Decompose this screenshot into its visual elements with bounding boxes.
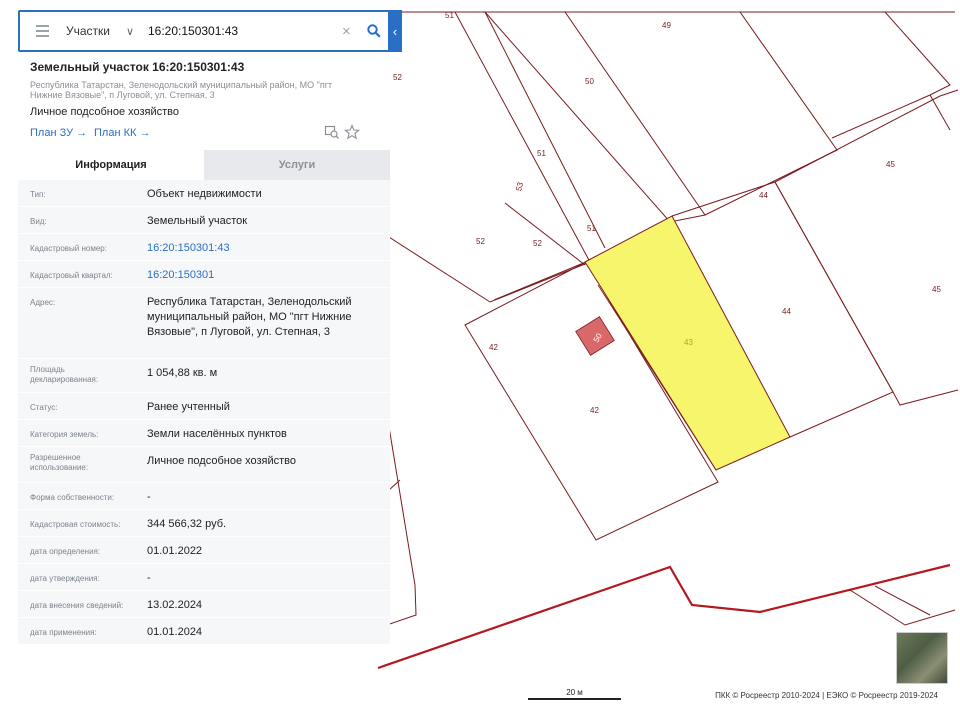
tab-information[interactable]: Информация (18, 150, 204, 180)
parcel-label: 51 (445, 11, 454, 20)
attribute-label: Кадастровая стоимость: (30, 520, 121, 529)
attribute-row: Кадастровый номер: 16:20:150301:43 (18, 234, 390, 261)
attribute-value: Земли населённых пунктов (147, 428, 287, 440)
parcel-label: 43 (684, 338, 693, 347)
attribute-label: Кадастровый номер: (30, 244, 107, 253)
parcel-purpose: Личное подсобное хозяйство (30, 106, 180, 118)
attribute-label: Тип: (30, 190, 46, 199)
parcel-title: Земельный участок 16:20:150301:43 (30, 60, 245, 74)
parcel-label: 49 (662, 21, 671, 30)
attribute-label: дата применения: (30, 628, 97, 637)
plan-kk-link[interactable]: План КК → (94, 127, 150, 139)
menu-icon[interactable] (20, 12, 64, 50)
scale-bar: 20 м (528, 688, 621, 700)
attribute-label: Вид: (30, 217, 47, 226)
map-search-icon[interactable] (324, 124, 342, 142)
collapse-panel-button[interactable]: ‹ (388, 10, 402, 52)
attribute-row: Форма собственности: - (18, 483, 390, 510)
attribute-label: Категория земель: (30, 430, 99, 439)
satellite-layer-toggle[interactable] (896, 632, 948, 684)
panel-tabs: Информация Услуги (18, 150, 390, 180)
attribute-label: Адрес: (30, 298, 56, 307)
attribute-value: Личное подсобное хозяйство (147, 455, 297, 467)
attribute-row: дата применения: 01.01.2024 (18, 618, 390, 645)
attribute-value: Республика Татарстан, Зеленодольский мун… (147, 296, 352, 338)
attributes-table: Тип: Объект недвижимости Вид: Земельный уч… (18, 180, 390, 645)
attribute-value: 13.02.2024 (147, 599, 203, 611)
attribute-value: 1 054,88 кв. м (147, 367, 218, 379)
attribute-row: Кадастровый квартал: 16:20:150301 (18, 261, 390, 288)
attribute-value: Ранее учтенный (147, 401, 230, 413)
clear-icon[interactable]: × (342, 23, 360, 40)
attribute-label: Статус: (30, 403, 58, 412)
attribute-label: дата определения: (30, 547, 101, 556)
parcel-label: 50 (585, 77, 594, 86)
parcel-label: 44 (759, 191, 768, 200)
attribute-row: Площадь декларированная: 1 054,88 кв. м (18, 359, 390, 393)
search-icon[interactable] (360, 24, 388, 38)
parcel-label: 52 (533, 239, 542, 248)
attribute-row: Кадастровая стоимость: 344 566,32 руб. (18, 510, 390, 537)
attribute-label: дата внесения сведений: (30, 601, 124, 610)
attribute-row: Вид: Земельный участок (18, 207, 390, 234)
attribute-row: Адрес: Республика Татарстан, Зеленодольск… (18, 288, 390, 359)
attribute-value: 01.01.2022 (147, 545, 203, 557)
attribute-label: Разрешенное использование: (30, 453, 89, 472)
scale-label: 20 м (566, 688, 583, 697)
attribute-value: 01.01.2024 (147, 626, 203, 638)
scale-line (528, 698, 621, 700)
attribute-value: - (147, 572, 151, 584)
search-input[interactable]: 16:20:150301:43 (140, 24, 342, 38)
parcel-label: 42 (590, 406, 599, 415)
parcel-label: 42 (489, 343, 498, 352)
attribute-value: 344 566,32 руб. (147, 518, 227, 530)
tab-services[interactable]: Услуги (204, 150, 390, 180)
cadastral-quarter-link[interactable]: 16:20:150301 (135, 261, 390, 287)
attribute-label: Кадастровый квартал: (30, 271, 113, 280)
attribute-value: Объект недвижимости (147, 188, 262, 200)
parcel-address-summary: Республика Татарстан, Зеленодольский мун… (30, 80, 333, 100)
attribute-row: дата утверждения: - (18, 564, 390, 591)
attribute-row: Категория земель: Земли населённых пункто… (18, 420, 390, 447)
parcel-label: 45 (932, 285, 941, 294)
category-select[interactable]: Участки (64, 24, 126, 38)
star-icon[interactable] (344, 124, 362, 142)
parcel-label: 44 (782, 307, 791, 316)
parcel-label: 53 (514, 181, 525, 192)
cadastral-number-link[interactable]: 16:20:150301:43 (135, 234, 390, 260)
attribute-value: - (147, 491, 151, 503)
copyright: ПКК © Росреестр 2010-2024 | ЕЭКО © Росре… (715, 691, 938, 700)
attribute-row: Тип: Объект недвижимости (18, 180, 390, 207)
parcel-label: 51 (537, 149, 546, 158)
attribute-row: дата определения: 01.01.2022 (18, 537, 390, 564)
search-bar: Участки ∨ 16:20:150301:43 × ‹ (18, 10, 402, 52)
attribute-row: Разрешенное использование: Личное подсобн… (18, 447, 390, 483)
attribute-label: Площадь декларированная: (30, 365, 99, 384)
attribute-row: Статус: Ранее учтенный (18, 393, 390, 420)
parcel-label: 52 (476, 237, 485, 246)
chevron-down-icon[interactable]: ∨ (126, 25, 140, 38)
attribute-label: Форма собственности: (30, 493, 115, 502)
attribute-label: дата утверждения: (30, 574, 100, 583)
plan-zu-link[interactable]: План ЗУ → (30, 127, 87, 139)
attribute-value: Земельный участок (147, 215, 248, 227)
parcel-label: 51 (587, 224, 596, 233)
attribute-row: дата внесения сведений: 13.02.2024 (18, 591, 390, 618)
plan-links: План ЗУ → План КК → (18, 124, 390, 146)
parcel-label: 52 (393, 73, 402, 82)
info-panel: Участки ∨ 16:20:150301:43 × ‹ Земельный … (18, 10, 402, 652)
parcel-label: 45 (886, 160, 895, 169)
building[interactable]: 50 (575, 316, 615, 356)
